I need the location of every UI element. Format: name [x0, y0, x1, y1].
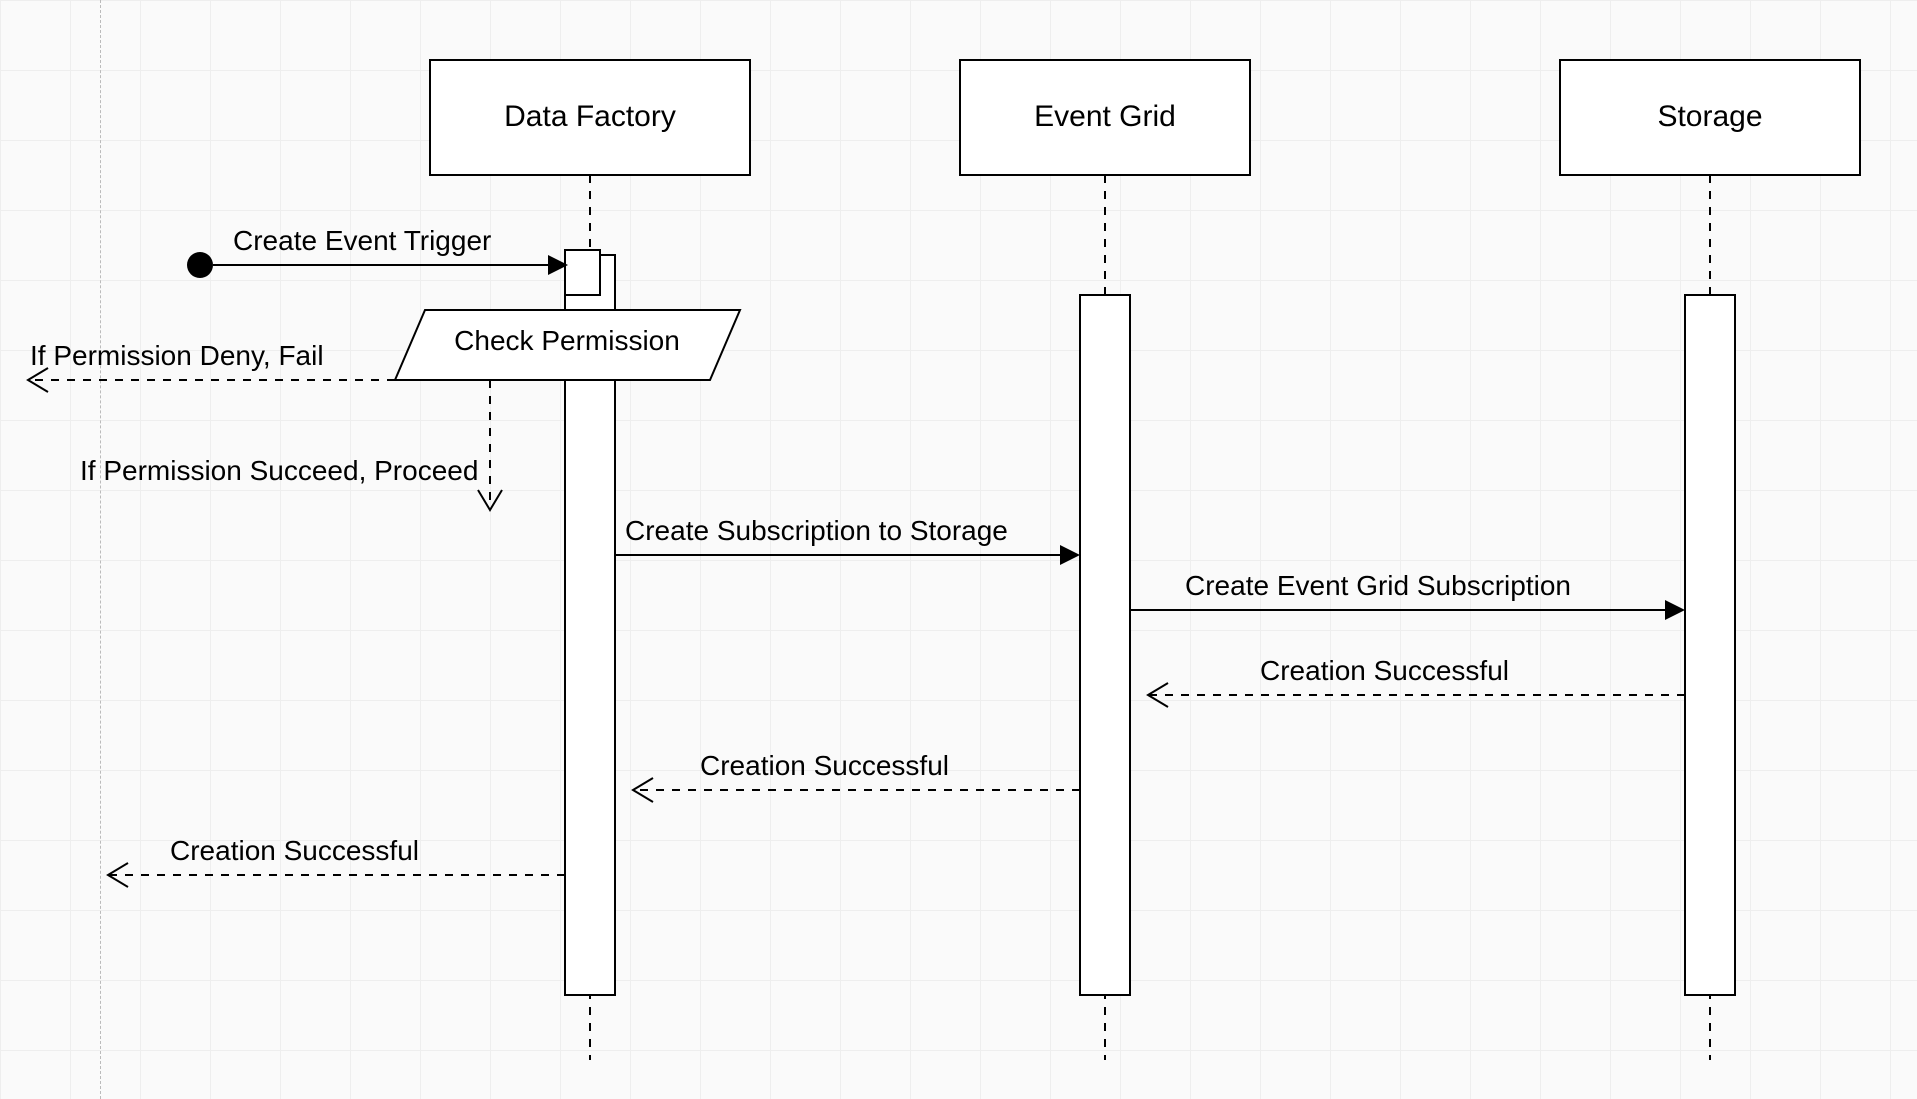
activation-stub-data-factory	[565, 250, 600, 295]
label-create-subscription: Create Subscription to Storage	[625, 515, 1008, 547]
label-check-permission: Check Permission	[454, 325, 680, 357]
label-creation-success-eg: Creation Successful	[700, 750, 949, 782]
label-create-event-grid-sub: Create Event Grid Subscription	[1185, 570, 1571, 602]
participant-label-storage: Storage	[1657, 100, 1762, 134]
label-creation-success-df: Creation Successful	[170, 835, 419, 867]
participant-label-event-grid: Event Grid	[1034, 100, 1176, 134]
sequence-diagram	[0, 0, 1917, 1099]
label-permission-deny: If Permission Deny, Fail	[30, 340, 324, 372]
arrow-create-event-grid-sub	[1665, 600, 1685, 620]
label-creation-success-storage: Creation Successful	[1260, 655, 1509, 687]
label-permission-succeed: If Permission Succeed, Proceed	[80, 455, 478, 487]
activation-event-grid	[1080, 295, 1130, 995]
label-create-event-trigger: Create Event Trigger	[233, 225, 491, 257]
start-node	[187, 252, 213, 278]
participant-label-data-factory: Data Factory	[504, 100, 676, 134]
arrow-create-subscription	[1060, 545, 1080, 565]
activation-storage	[1685, 295, 1735, 995]
